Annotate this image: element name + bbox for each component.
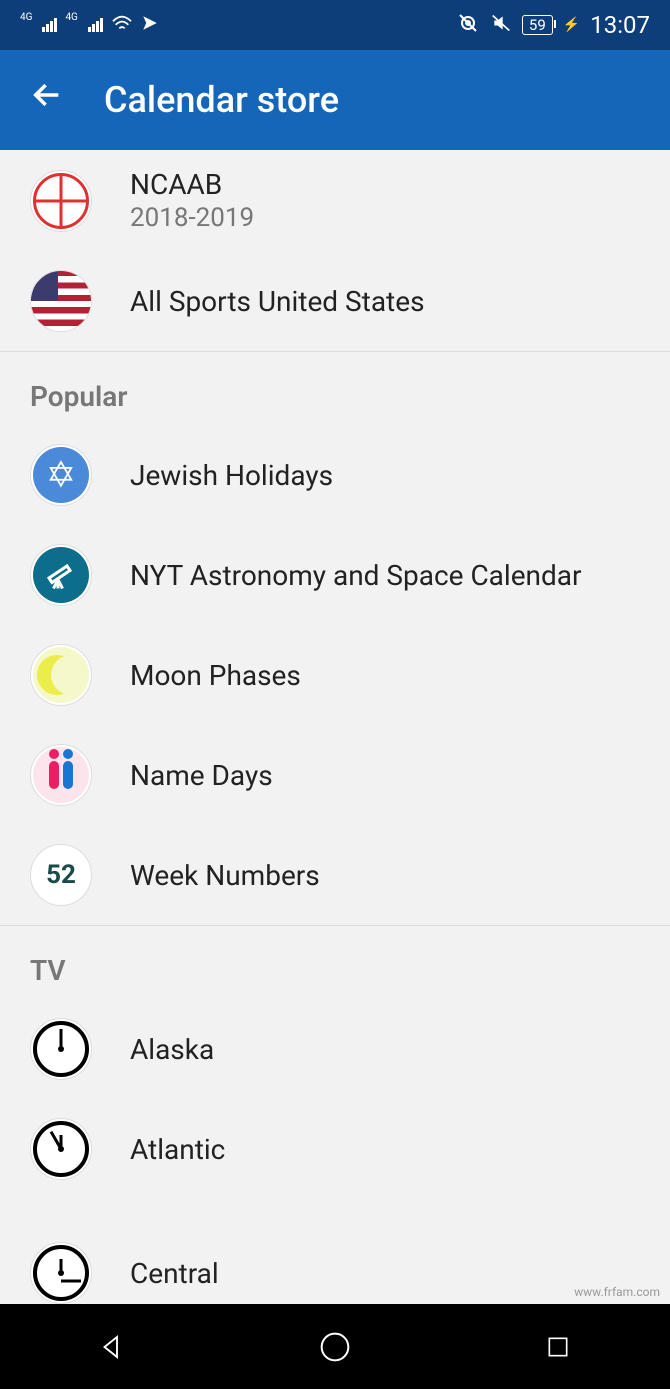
charging-icon: ⚡ xyxy=(563,17,580,33)
item-title: Alaska xyxy=(130,1033,214,1066)
moon-icon xyxy=(30,644,92,706)
clock-icon xyxy=(30,1018,92,1080)
clock-time: 13:07 xyxy=(590,11,650,39)
signal-icon-2 xyxy=(88,18,103,32)
mute-icon xyxy=(490,13,512,38)
app-bar: Calendar store xyxy=(0,50,670,150)
calendar-item-alaska[interactable]: Alaska xyxy=(0,999,670,1099)
item-title: Jewish Holidays xyxy=(130,459,333,492)
flag-us-icon xyxy=(30,270,92,332)
wifi-icon xyxy=(111,13,133,37)
item-title: Name Days xyxy=(130,759,273,792)
telescope-icon xyxy=(30,544,92,606)
signal-icon xyxy=(42,18,57,32)
nav-home-button[interactable] xyxy=(317,1329,353,1365)
item-title: NYT Astronomy and Space Calendar xyxy=(130,559,582,592)
calendar-item-ncaab[interactable]: NCAAB 2018-2019 xyxy=(0,150,670,251)
status-right: 59 ⚡ 13:07 xyxy=(456,11,650,39)
calendar-item-nyt-astronomy[interactable]: NYT Astronomy and Space Calendar xyxy=(0,525,670,625)
item-subtitle: 2018-2019 xyxy=(130,203,640,233)
navigation-bar xyxy=(0,1304,670,1389)
send-icon xyxy=(141,13,159,37)
item-title: NCAAB xyxy=(130,168,640,201)
status-bar: 4G 4G 59 ⚡ 13:07 xyxy=(0,0,670,50)
network-label-2: 4G xyxy=(65,12,77,23)
calendar-item-all-sports-us[interactable]: All Sports United States xyxy=(0,251,670,351)
nav-back-button[interactable] xyxy=(94,1329,130,1365)
page-title: Calendar store xyxy=(104,79,339,121)
calendar-item-week-numbers[interactable]: 52 Week Numbers xyxy=(0,825,670,925)
network-label-1: 4G xyxy=(20,12,32,23)
calendar-item-central[interactable]: Central xyxy=(0,1199,670,1299)
section-header-tv: TV xyxy=(0,926,670,999)
back-button[interactable] xyxy=(30,78,64,122)
watermark: www.frfam.com xyxy=(574,1285,660,1299)
people-icon xyxy=(30,744,92,806)
battery-icon: 59 xyxy=(522,15,553,35)
item-title: Week Numbers xyxy=(130,859,320,892)
item-title: Central xyxy=(130,1257,219,1290)
section-header-popular: Popular xyxy=(0,352,670,425)
item-title: Moon Phases xyxy=(130,659,301,692)
status-left: 4G 4G xyxy=(20,13,159,37)
content: NCAAB 2018-2019 All Sports United States… xyxy=(0,150,670,1299)
eye-off-icon xyxy=(456,13,480,38)
item-title: Atlantic xyxy=(130,1133,225,1166)
nav-recent-button[interactable] xyxy=(540,1329,576,1365)
calendar-item-jewish-holidays[interactable]: ✡ Jewish Holidays xyxy=(0,425,670,525)
clock-icon xyxy=(30,1118,92,1180)
calendar-item-name-days[interactable]: Name Days xyxy=(0,725,670,825)
basketball-icon xyxy=(30,170,92,232)
week-number-icon: 52 xyxy=(30,844,92,906)
star-david-icon: ✡ xyxy=(30,444,92,506)
calendar-item-moon-phases[interactable]: Moon Phases xyxy=(0,625,670,725)
clock-icon xyxy=(30,1242,92,1304)
item-title: All Sports United States xyxy=(130,285,640,318)
calendar-item-atlantic[interactable]: Atlantic xyxy=(0,1099,670,1199)
